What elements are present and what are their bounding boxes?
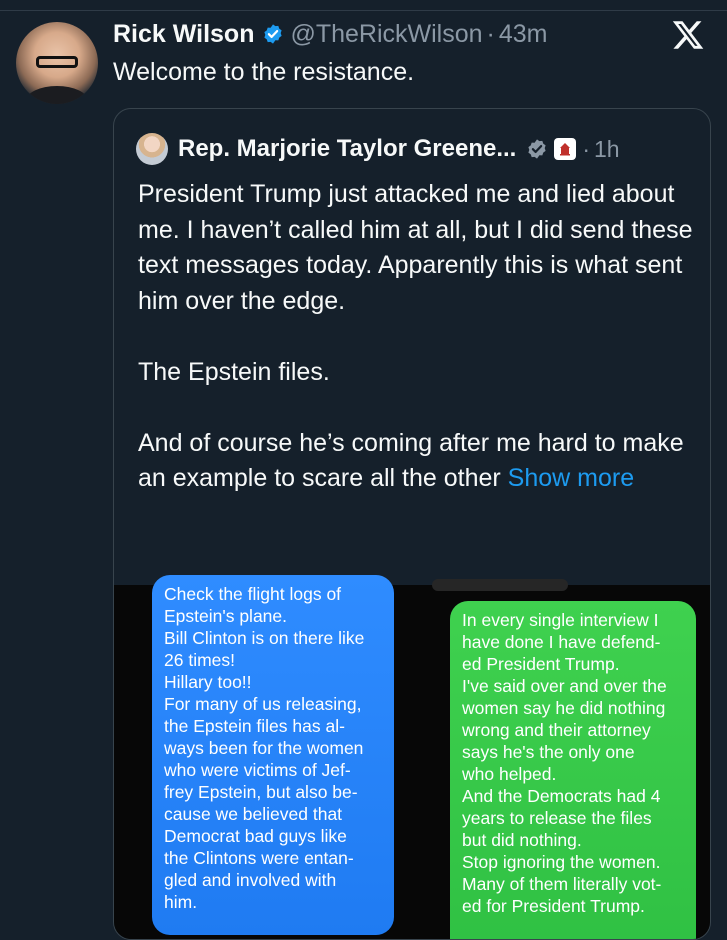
message-line: Hillary too!!: [164, 672, 252, 692]
x-logo-icon[interactable]: [671, 18, 705, 52]
message-bubble-gray: [432, 579, 568, 591]
quoted-separator-dot: ·: [582, 135, 591, 162]
message-line: 26 times!: [164, 650, 235, 670]
message-line: Many of them literally vot-: [462, 874, 662, 894]
quoted-tweet-text: President Trump just attacked me and lie…: [138, 177, 694, 497]
avatar-glasses: [36, 56, 78, 68]
tweet-text: Welcome to the resistance.: [113, 58, 415, 86]
message-line: Stop ignoring the women.: [462, 852, 661, 872]
message-line: ed President Trump.: [462, 654, 620, 674]
separator-dot: ·: [486, 19, 495, 48]
message-line: him.: [164, 892, 198, 912]
message-line: Epstein's plane.: [164, 606, 288, 626]
message-line: the Clintons were entan-: [164, 848, 354, 868]
message-line: I've said over and over the: [462, 676, 667, 696]
show-more-link[interactable]: Show more: [508, 464, 634, 492]
verified-badge-icon: [264, 24, 283, 44]
message-line: frey Epstein, but also be-: [164, 782, 358, 802]
quoted-paragraph-last: And of course he’s coming after me hard …: [138, 426, 694, 497]
message-line: ed for President Trump.: [462, 896, 645, 916]
message-line: For many of us releasing,: [164, 694, 362, 714]
message-line: wrong and their attorney: [462, 720, 651, 740]
message-line: ways been for the women: [164, 738, 364, 758]
message-line: In every single interview I: [462, 610, 659, 630]
display-name[interactable]: Rick Wilson: [113, 20, 254, 49]
sms-bubble-green: In every single interview Ihave done I h…: [450, 601, 696, 939]
quoted-avatar[interactable]: [136, 133, 168, 165]
message-line: gled and involved with: [164, 870, 337, 890]
quoted-display-name[interactable]: Rep. Marjorie Taylor Greene...: [178, 135, 516, 163]
message-line: years to release the files: [462, 808, 652, 828]
message-line: Check the flight logs of: [164, 584, 342, 604]
message-line: have done I have defend-: [462, 632, 661, 652]
tweet-header: Rick Wilson @TheRickWilson · 43m: [113, 18, 548, 50]
congress-flag-icon: [554, 138, 577, 160]
message-line: Bill Clinton is on there like: [164, 628, 365, 648]
message-line: but did nothing.: [462, 830, 582, 850]
message-line: says he's the only one: [462, 742, 635, 762]
quoted-paragraph: The Epstein files.: [138, 357, 330, 386]
message-line: Democrat bad guys like: [164, 826, 347, 846]
imessage-bubble-blue: Check the flight logs of Epstein's plane.…: [152, 575, 394, 935]
avatar[interactable]: [16, 22, 98, 104]
message-line: And the Democrats had 4: [462, 786, 661, 806]
message-line: who were victims of Jef-: [164, 760, 351, 780]
handle[interactable]: @TheRickWilson: [290, 20, 482, 49]
quoted-media-image[interactable]: Check the flight logs of Epstein's plane.…: [114, 575, 710, 939]
quoted-tweet-header: Rep. Marjorie Taylor Greene... · 1h: [136, 133, 620, 165]
message-line: the Epstein files has al-: [164, 716, 345, 736]
message-line: who helped.: [462, 764, 557, 784]
quoted-timestamp[interactable]: 1h: [594, 136, 620, 163]
avatar-shirt: [26, 86, 88, 104]
quoted-tweet[interactable]: Rep. Marjorie Taylor Greene... · 1h Pres…: [113, 108, 711, 940]
top-divider: [0, 10, 727, 11]
message-line: women say he did nothing: [462, 698, 666, 718]
quoted-paragraph: President Trump just attacked me and lie…: [138, 180, 693, 315]
timestamp[interactable]: 43m: [499, 20, 548, 49]
message-line: cause we believed that: [164, 804, 343, 824]
government-verified-icon: [528, 139, 546, 159]
